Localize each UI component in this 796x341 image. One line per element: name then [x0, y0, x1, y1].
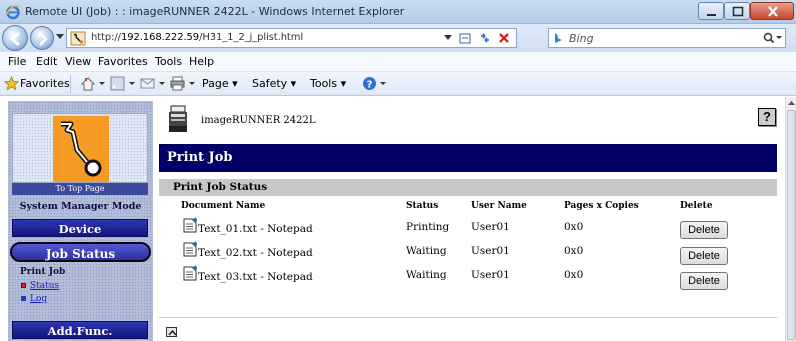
navigation-bar: http://192.168.222.59/H31_1_2_j_plist.ht… [0, 24, 796, 52]
refresh-icon[interactable] [479, 32, 491, 44]
job-user-name: User01 [471, 245, 510, 257]
favorites-label[interactable]: Favorites [20, 77, 70, 90]
job-pages-copies: 0x0 [564, 245, 584, 257]
search-input[interactable]: Bing [548, 28, 786, 48]
svg-text:?: ? [367, 80, 373, 91]
col-document-name: Document Name [181, 201, 266, 211]
maximize-button[interactable] [724, 2, 750, 20]
col-status: Status [406, 201, 439, 211]
page-top-icon[interactable] [166, 327, 177, 337]
back-button[interactable] [2, 25, 28, 51]
address-bar[interactable]: http://192.168.222.59/H31_1_2_j_plist.ht… [66, 28, 517, 48]
footer-divider [159, 317, 777, 318]
left-navigation: To Top Page System Manager Mode Device J… [8, 101, 153, 341]
delete-job-button[interactable]: Delete [680, 247, 728, 265]
remote-ui-logo-card[interactable] [12, 113, 148, 183]
document-icon [183, 242, 197, 257]
print-icon[interactable] [170, 76, 196, 91]
job-status-label: Job Status [45, 247, 116, 261]
delete-job-button[interactable]: Delete [680, 221, 728, 239]
job-user-name: User01 [471, 269, 510, 281]
canon-favicon [70, 31, 86, 46]
menu-tools[interactable]: Tools [155, 55, 182, 68]
url-text: http://192.168.222.59/H31_1_2_j_plist.ht… [91, 32, 304, 43]
minimize-button[interactable] [698, 2, 724, 20]
printer-name: imageRUNNER 2422L [201, 115, 316, 126]
command-bar: Favorites Page ▾ Safety ▾ Tools ▾ ? [0, 72, 796, 96]
minimize-icon [707, 14, 716, 16]
close-window-button[interactable] [750, 2, 794, 20]
menu-file[interactable]: File [8, 55, 26, 68]
delete-job-button[interactable]: Delete [680, 272, 728, 290]
stop-icon[interactable] [498, 32, 510, 44]
compatibility-view-icon[interactable] [459, 32, 471, 44]
menu-bar: File Edit View Favorites Tools Help [0, 52, 796, 72]
col-delete: Delete [680, 201, 713, 211]
job-status: Waiting [406, 245, 447, 257]
mail-icon[interactable] [140, 76, 166, 91]
add-func-nav-button[interactable]: Add.Func. [12, 321, 148, 339]
status-link[interactable]: Status [30, 281, 59, 291]
job-pages-copies: 0x0 [564, 221, 584, 233]
back-arrow-icon [9, 31, 20, 47]
scrollbar-thumb[interactable] [787, 110, 796, 340]
device-nav-button[interactable]: Device [12, 219, 148, 237]
section-title: Print Job Status [159, 179, 777, 196]
page-title: Print Job [159, 144, 777, 172]
page-menu[interactable]: Page ▾ [202, 77, 238, 90]
window-title-bar: Remote UI (Job) : : imageRUNNER 2422L - … [0, 0, 796, 24]
print-job-header: Print Job [20, 267, 66, 277]
arrow-up-icon [168, 329, 177, 336]
search-icon[interactable] [763, 32, 783, 44]
remote-ui-logo-icon [53, 116, 109, 182]
col-user-name: User Name [471, 201, 527, 211]
job-status-nav-button[interactable]: Job Status [10, 242, 151, 262]
close-icon [768, 6, 778, 17]
printer-icon [169, 105, 187, 132]
job-document-name: Text_03.txt - Notepad [198, 271, 313, 283]
home-icon[interactable] [80, 76, 106, 91]
search-placeholder: Bing [569, 32, 594, 45]
forward-button[interactable] [30, 26, 54, 50]
menu-help[interactable]: Help [189, 55, 214, 68]
menu-favorites[interactable]: Favorites [98, 55, 148, 68]
job-user-name: User01 [471, 221, 510, 233]
main-content: imageRUNNER 2422L ? Print Job Print Job … [155, 97, 785, 341]
favorites-star-icon[interactable] [4, 76, 19, 91]
menu-view[interactable]: View [65, 55, 91, 68]
address-dropdown-icon[interactable] [444, 35, 452, 41]
log-bullet-icon [21, 296, 26, 301]
log-link[interactable]: Log [30, 294, 47, 304]
job-status: Waiting [406, 269, 447, 281]
command-separator [70, 75, 71, 93]
tools-menu[interactable]: Tools ▾ [310, 77, 346, 90]
forward-arrow-icon [39, 32, 48, 46]
window-title: Remote UI (Job) : : imageRUNNER 2422L - … [25, 5, 405, 18]
internet-explorer-icon [5, 4, 21, 20]
to-top-page-link[interactable]: To Top Page [12, 183, 148, 195]
help-icon[interactable]: ? [758, 108, 776, 126]
bing-icon [555, 33, 562, 43]
col-pages-copies: Pages x Copies [564, 201, 639, 211]
menu-edit[interactable]: Edit [36, 55, 57, 68]
document-icon [183, 218, 197, 233]
document-icon [183, 266, 197, 281]
maximize-icon [732, 6, 744, 17]
history-dropdown-icon[interactable] [56, 34, 64, 40]
feeds-icon[interactable] [110, 76, 136, 91]
help-menu-icon[interactable]: ? [362, 76, 388, 91]
job-status: Printing [406, 221, 450, 233]
job-document-name: Text_01.txt - Notepad [198, 223, 313, 235]
vertical-scrollbar[interactable] [785, 97, 796, 341]
safety-menu[interactable]: Safety ▾ [252, 77, 296, 90]
scroll-up-arrow-icon[interactable] [787, 98, 796, 108]
system-manager-mode-label: System Manager Mode [19, 201, 142, 212]
status-bullet-icon [21, 283, 26, 288]
job-document-name: Text_02.txt - Notepad [198, 247, 313, 259]
job-pages-copies: 0x0 [564, 269, 584, 281]
web-page: To Top Page System Manager Mode Device J… [0, 97, 796, 341]
